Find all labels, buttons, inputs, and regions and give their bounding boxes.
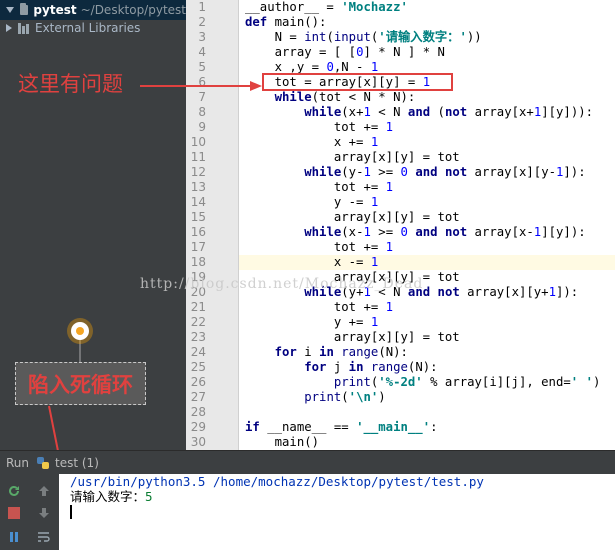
run-console[interactable]: /usr/bin/python3.5 /home/mochazz/Desktop… — [59, 474, 615, 550]
problem-arrow-head — [250, 81, 262, 91]
stop-icon — [8, 507, 20, 519]
soft-wrap-icon — [38, 532, 50, 542]
rerun-icon — [9, 485, 19, 496]
run-toolbar — [0, 474, 59, 550]
console-input-value: 5 — [145, 489, 153, 504]
scroll-down-button[interactable] — [35, 504, 53, 522]
pause-button[interactable] — [5, 528, 23, 546]
text-cursor — [70, 505, 72, 519]
console-command-line: /usr/bin/python3.5 /home/mochazz/Desktop… — [70, 474, 484, 489]
arrow-up-icon — [39, 486, 49, 496]
arrow-down-icon — [39, 508, 49, 518]
python-icon — [37, 457, 50, 469]
click-indicator-icon — [71, 322, 89, 340]
run-tab-label[interactable]: Run — [6, 456, 29, 470]
scroll-up-button[interactable] — [35, 482, 53, 500]
run-panel-header: Run test (1) — [0, 450, 615, 475]
console-prompt-line: 请输入数字：5 — [70, 489, 153, 505]
soft-wrap-button[interactable] — [35, 528, 53, 546]
rerun-button[interactable] — [5, 482, 23, 500]
run-config-name[interactable]: test (1) — [55, 456, 99, 470]
pause-icon — [10, 532, 18, 542]
infinite-loop-annotation: 陷入死循环 — [15, 362, 146, 405]
stop-button[interactable] — [5, 504, 23, 522]
console-prompt: 请输入数字： — [70, 489, 146, 504]
